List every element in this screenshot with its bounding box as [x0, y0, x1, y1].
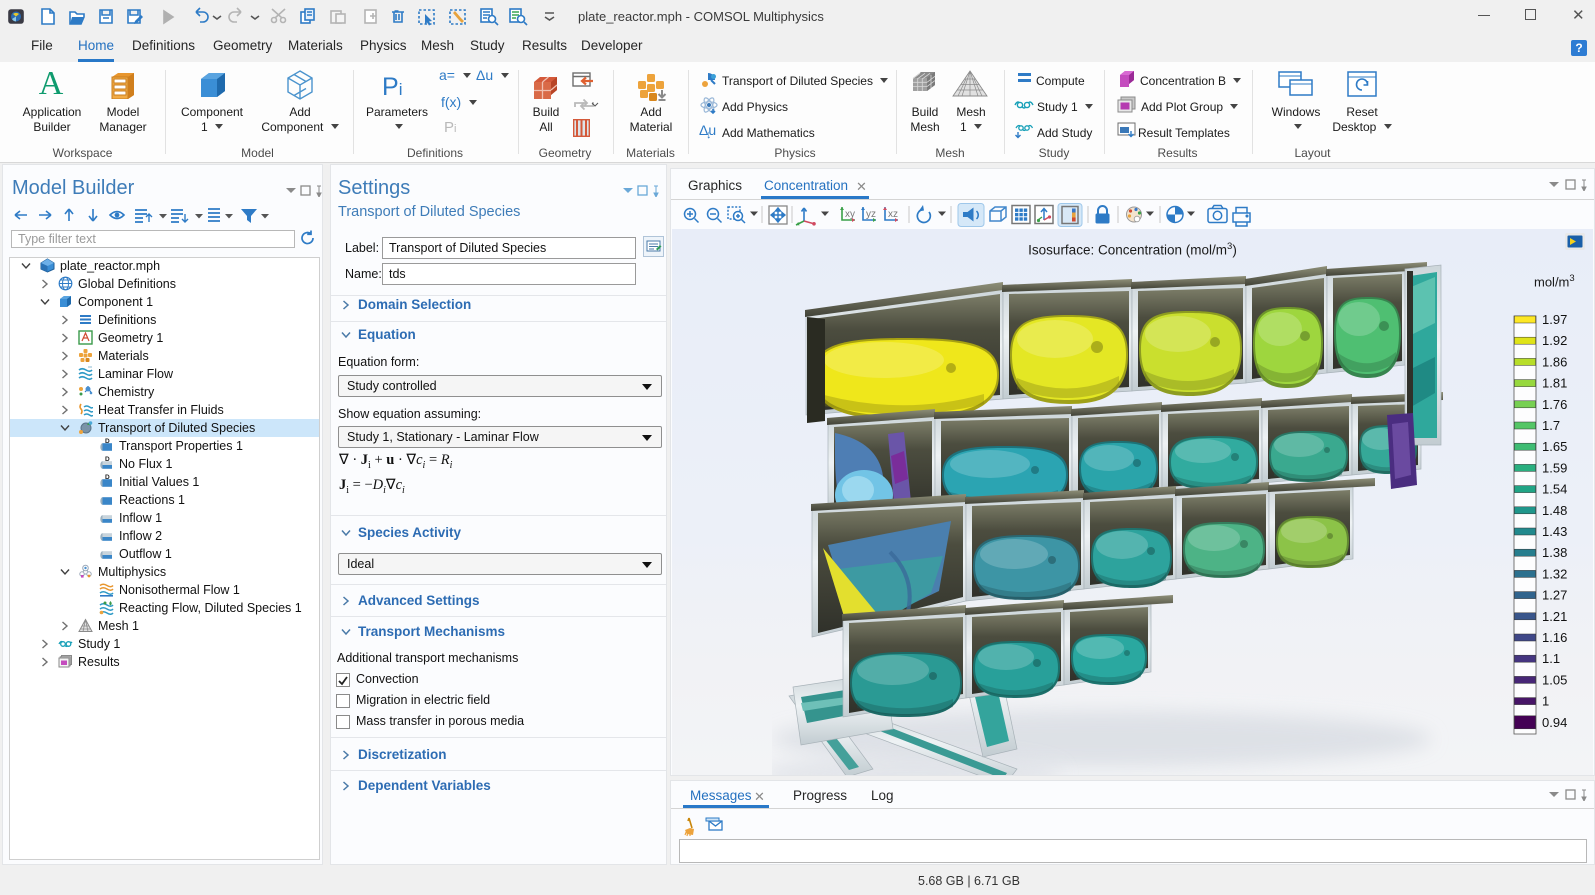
svg-text:1.21: 1.21 — [1542, 609, 1567, 624]
svg-text:1.38: 1.38 — [1542, 545, 1567, 560]
svg-text:1.43: 1.43 — [1542, 524, 1567, 539]
svg-text:xz: xz — [888, 209, 898, 220]
svg-text:1.97: 1.97 — [1542, 312, 1567, 327]
svg-text:1.27: 1.27 — [1542, 588, 1567, 603]
svg-text:yz: yz — [866, 209, 876, 220]
svg-text:1.59: 1.59 — [1542, 460, 1567, 475]
svg-text:1.1: 1.1 — [1542, 651, 1560, 666]
svg-text:1.32: 1.32 — [1542, 566, 1567, 581]
svg-text:1: 1 — [1542, 694, 1549, 709]
svg-text:1.48: 1.48 — [1542, 503, 1567, 518]
svg-text:1.92: 1.92 — [1542, 333, 1567, 348]
svg-text:xy: xy — [845, 209, 855, 220]
svg-text:0.94: 0.94 — [1542, 715, 1567, 730]
svg-text:1.86: 1.86 — [1542, 354, 1567, 369]
svg-text:1.81: 1.81 — [1542, 376, 1567, 391]
svg-text:D: D — [105, 456, 110, 463]
svg-text:1.05: 1.05 — [1542, 672, 1567, 687]
svg-text:1.76: 1.76 — [1542, 397, 1567, 412]
svg-text:1.7: 1.7 — [1542, 418, 1560, 433]
svg-text:1.16: 1.16 — [1542, 630, 1567, 645]
svg-text:D: D — [105, 474, 110, 481]
svg-text:D: D — [105, 438, 110, 445]
svg-text:1.54: 1.54 — [1542, 482, 1567, 497]
svg-text:1.65: 1.65 — [1542, 439, 1567, 454]
